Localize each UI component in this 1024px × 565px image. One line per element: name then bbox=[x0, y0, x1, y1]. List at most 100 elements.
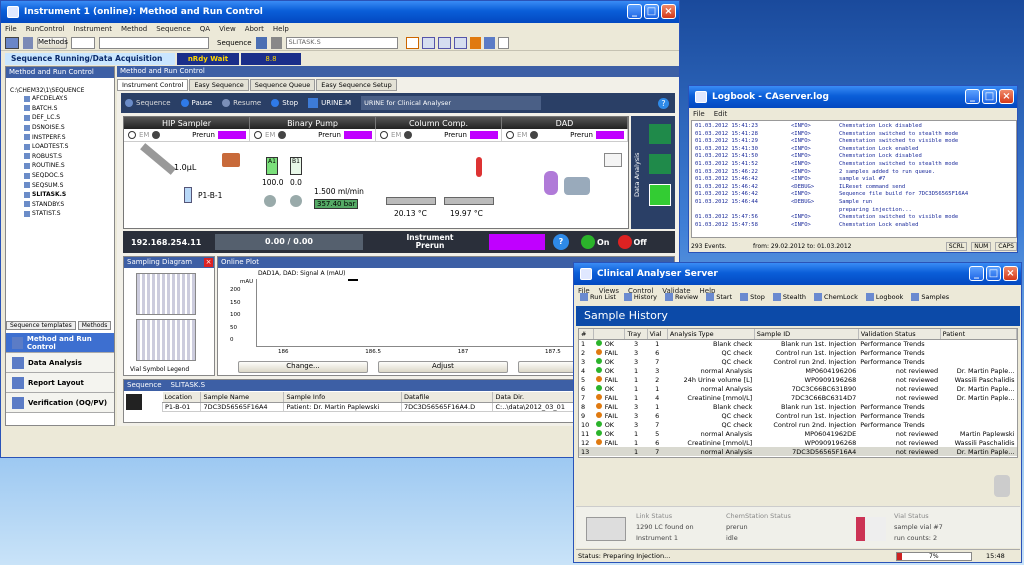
toolbar-chemlock[interactable]: ChemLock bbox=[814, 293, 858, 301]
balance-icon[interactable] bbox=[649, 154, 671, 174]
main-title-bar[interactable]: Instrument 1 (online): Method and Run Co… bbox=[1, 1, 679, 23]
history-col-header[interactable]: Sample ID bbox=[754, 329, 859, 340]
report-icon[interactable] bbox=[483, 36, 495, 49]
table-row[interactable]: 10 OK 3 7 QC check Control run 2nd. Injection… bbox=[579, 420, 1017, 429]
pause-button[interactable]: Pause bbox=[180, 97, 212, 109]
sequence-col-header[interactable]: Location bbox=[162, 392, 202, 403]
maximize-button[interactable]: □ bbox=[644, 4, 659, 19]
change-button[interactable]: Change... bbox=[238, 361, 368, 373]
seq-save-icon[interactable] bbox=[255, 36, 267, 49]
instrument-icon[interactable] bbox=[5, 36, 19, 49]
logbook-menu-file[interactable]: File bbox=[693, 110, 705, 118]
history-col-header[interactable]: # bbox=[579, 329, 595, 340]
server-title-bar[interactable]: Clinical Analyser Server _ □ × bbox=[574, 263, 1021, 285]
table-row[interactable]: 5 FAIL 1 2 24h Urine volume [L] WP0909196268 n… bbox=[579, 375, 1017, 384]
peak-icon[interactable] bbox=[649, 124, 671, 144]
tree-item[interactable]: STANDBY.S bbox=[24, 200, 114, 210]
method-name[interactable]: URINE.M bbox=[308, 97, 351, 109]
help-round-icon[interactable]: ? bbox=[658, 97, 669, 109]
data-analysis-side-tab[interactable]: Data Analysis bbox=[633, 130, 645, 220]
tab-1[interactable]: Easy Sequence bbox=[189, 79, 249, 91]
adjust-button[interactable]: Adjust bbox=[378, 361, 508, 373]
tree-item[interactable]: INSTPERF.S bbox=[24, 132, 114, 142]
toolbar-review[interactable]: Review bbox=[665, 293, 698, 301]
menu-item-view[interactable]: View bbox=[219, 25, 236, 33]
table-row[interactable]: 13 1 7 normal Analysis 7DC3D56565F16A4 not re… bbox=[579, 447, 1017, 456]
sampling-close-icon[interactable]: × bbox=[204, 258, 213, 267]
table-row[interactable]: 2 FAIL 3 6 QC check Control run 1st. Injectio… bbox=[579, 348, 1017, 357]
toolbar-samples[interactable]: Samples bbox=[911, 293, 949, 301]
tree-item[interactable]: DEF_LC.S bbox=[24, 113, 114, 123]
menu-item-instrument[interactable]: Instrument bbox=[73, 25, 112, 33]
table-row[interactable]: 11 OK 1 5 normal Analysis MP06041962DE not rev… bbox=[579, 429, 1017, 438]
history-col-header[interactable]: Validation Status bbox=[858, 329, 941, 340]
sequence-control[interactable]: Sequence bbox=[125, 97, 171, 109]
tray-grid-top[interactable] bbox=[136, 273, 196, 315]
module-power-icon[interactable] bbox=[254, 131, 262, 139]
save-icon[interactable] bbox=[23, 36, 33, 49]
history-col-header[interactable]: Tray bbox=[624, 329, 648, 340]
view-list-icon[interactable] bbox=[453, 36, 467, 49]
module-power-icon[interactable] bbox=[506, 131, 514, 139]
nav-item[interactable]: Data Analysis bbox=[6, 353, 114, 373]
method-select[interactable] bbox=[99, 36, 209, 49]
tree-item[interactable]: LOADTEST.S bbox=[24, 142, 114, 152]
toolbar-logbook[interactable]: Logbook bbox=[865, 293, 903, 301]
report-chart-icon[interactable] bbox=[649, 184, 671, 206]
chart-icon[interactable] bbox=[604, 153, 622, 167]
tree-item[interactable]: SEQDOC.S bbox=[24, 171, 114, 181]
history-col-header[interactable]: Patient bbox=[940, 329, 1017, 340]
seq-print-icon[interactable] bbox=[270, 36, 282, 49]
sequence-col-header[interactable]: Datafile bbox=[401, 392, 494, 403]
logbook-title-bar[interactable]: Logbook - CAserver.log _ □ × bbox=[689, 86, 1017, 108]
sequence-col-header[interactable]: Sample Name bbox=[200, 392, 285, 403]
logbook-close-button[interactable]: × bbox=[999, 89, 1014, 104]
tree-item[interactable]: ROBUST.S bbox=[24, 152, 114, 162]
menu-item-abort[interactable]: Abort bbox=[245, 25, 264, 33]
table-row[interactable]: 6 OK 1 1 normal Analysis 7DC3C66BC631B90 not r… bbox=[579, 384, 1017, 393]
table-row[interactable]: 4 OK 1 3 normal Analysis MP0604196206 not revi… bbox=[579, 366, 1017, 375]
menu-item-file[interactable]: File bbox=[5, 25, 17, 33]
left-tab[interactable]: Sequence templates bbox=[6, 321, 76, 330]
tree-item[interactable]: BATCH.S bbox=[24, 104, 114, 114]
history-col-header[interactable]: Analysis Type bbox=[667, 329, 755, 340]
tray-grid-bottom[interactable] bbox=[136, 319, 196, 361]
module-power-icon[interactable] bbox=[128, 131, 136, 139]
tab-2[interactable]: Sequence Queue bbox=[249, 79, 316, 91]
help-icon[interactable] bbox=[497, 36, 509, 49]
book-icon[interactable] bbox=[469, 36, 481, 49]
tree-item[interactable]: ROUTINE.S bbox=[24, 161, 114, 171]
table-row[interactable]: 8 FAIL 3 1 Blank check Blank run 1st. Injecti… bbox=[579, 402, 1017, 411]
module-power-icon[interactable] bbox=[380, 131, 388, 139]
tree-item[interactable]: AFCDELAY.S bbox=[24, 94, 114, 104]
left-tab[interactable]: Methods bbox=[77, 321, 112, 330]
view-grid-icon[interactable] bbox=[437, 36, 451, 49]
toolbar-run-list[interactable]: Run List bbox=[580, 293, 616, 301]
on-button[interactable]: On bbox=[581, 235, 610, 249]
sequence-col-header[interactable]: Data Dir. bbox=[492, 392, 583, 403]
tree-item[interactable]: STATIST.S bbox=[24, 209, 114, 219]
help-bottom-icon[interactable]: ? bbox=[553, 234, 569, 250]
server-minimize-button[interactable]: _ bbox=[969, 266, 984, 281]
view-layout-icon[interactable] bbox=[405, 36, 419, 49]
vial-symbol-legend[interactable]: Vial Symbol Legend bbox=[130, 366, 189, 373]
table-row[interactable]: 9 FAIL 3 6 QC check Control run 1st. Injectio… bbox=[579, 411, 1017, 420]
tab-3[interactable]: Easy Sequence Setup bbox=[316, 79, 397, 91]
menu-item-runcontrol[interactable]: RunControl bbox=[26, 25, 65, 33]
nav-item[interactable]: Verification (OQ/PV) bbox=[6, 393, 114, 413]
toolbar-history[interactable]: History bbox=[623, 293, 657, 301]
tree-root[interactable]: C:\CHEM32\1\SEQUENCE bbox=[6, 78, 114, 94]
logbook-text-area[interactable]: 01.03.2012 15:41:23 <INFO> Chemstation Loc… bbox=[691, 120, 1017, 238]
resume-button[interactable]: Resume bbox=[222, 97, 261, 109]
history-col-header[interactable]: Vial bbox=[647, 329, 668, 340]
sequence-select[interactable]: SLITASK.S bbox=[285, 36, 398, 49]
sequence-col-header[interactable]: Sample Info bbox=[283, 392, 402, 403]
table-row[interactable]: 7 FAIL 1 4 Creatinine [mmol/L] 7DC3C66BC6314D… bbox=[579, 393, 1017, 402]
tree-item[interactable]: SEQSUM.S bbox=[24, 180, 114, 190]
nav-item[interactable]: Method and Run Control bbox=[6, 333, 114, 353]
minimize-button[interactable]: _ bbox=[627, 4, 642, 19]
menu-item-qa[interactable]: QA bbox=[200, 25, 210, 33]
off-button[interactable]: Off bbox=[617, 235, 647, 249]
close-button[interactable]: × bbox=[661, 4, 676, 19]
server-close-button[interactable]: × bbox=[1003, 266, 1018, 281]
